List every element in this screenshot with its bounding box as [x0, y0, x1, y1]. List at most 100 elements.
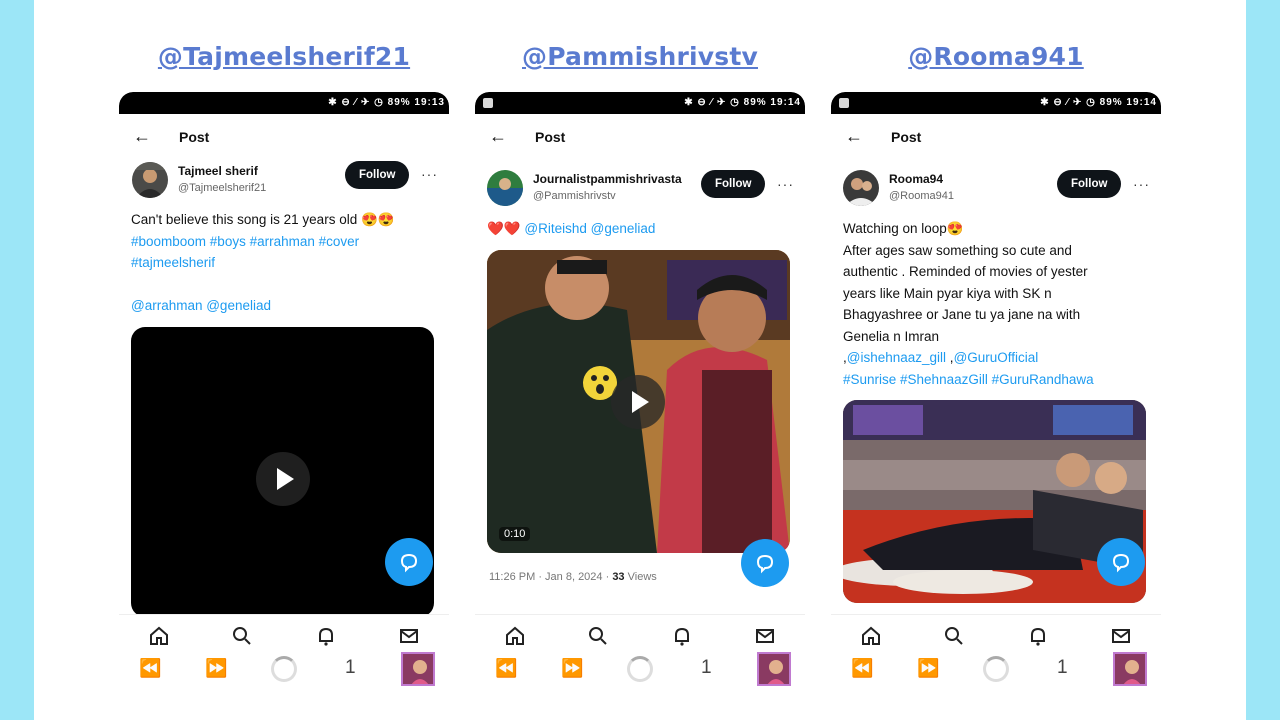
status-bar: ✱ ⊖ ⁄ ✈ ◷ 89% 19:13 — [119, 92, 449, 114]
post-column-3: @Rooma941 ✱ ⊖ ⁄ ✈ ◷ 89% 19:14 ← Post Roo… — [831, 0, 1161, 720]
status-icons: ✱ ⊖ ⁄ ✈ ◷ 89% 19:14 — [1040, 97, 1157, 108]
media-controls: ⏪ ⏩ 1 — [831, 650, 1161, 694]
account-handle-link[interactable]: @Rooma941 — [831, 42, 1161, 71]
mention-link[interactable]: @ishehnaaz_gill — [847, 350, 946, 365]
more-options-icon[interactable]: ··· — [777, 176, 794, 192]
play-icon[interactable] — [256, 452, 310, 506]
follow-button[interactable]: Follow — [1057, 170, 1122, 198]
bell-icon[interactable] — [315, 625, 337, 647]
rewind-icon[interactable]: ⏪ — [495, 658, 517, 679]
thumbnail-image[interactable] — [401, 652, 435, 686]
mentions-line[interactable]: @Riteishd @geneliad — [524, 221, 655, 236]
forward-icon[interactable]: ⏩ — [561, 658, 583, 679]
search-icon[interactable] — [231, 625, 253, 647]
media-controls: ⏪ ⏩ 1 — [119, 650, 449, 694]
thumbnail-image[interactable] — [1113, 652, 1147, 686]
gallery-status-icon — [483, 98, 493, 108]
post-text: Watching on loop😍 After ages saw somethi… — [843, 218, 1147, 390]
post-column-1: @Tajmeelsherif21 ✱ ⊖ ⁄ ✈ ◷ 89% 19:13 ← P… — [119, 0, 449, 720]
back-arrow-icon[interactable]: ← — [489, 126, 507, 146]
user-handle[interactable]: @Rooma941 — [889, 190, 954, 202]
top-nav: ← Post — [487, 126, 805, 148]
phone-screen: ✱ ⊖ ⁄ ✈ ◷ 89% 19:14 ← Post Journalistpam… — [475, 92, 805, 704]
follow-button[interactable]: Follow — [345, 161, 410, 189]
post-line: years like Main pyar kiya with SK n — [843, 285, 1052, 301]
hashtags-line[interactable]: #boomboom #boys #arrahman #cover — [131, 231, 435, 253]
post-line: Watching on loop😍 — [843, 221, 964, 236]
search-icon[interactable] — [943, 625, 965, 647]
follow-button[interactable]: Follow — [701, 170, 766, 198]
account-handle-link[interactable]: @Pammishrivstv — [475, 42, 805, 71]
page-title: Post — [891, 129, 922, 145]
avatar[interactable] — [487, 170, 523, 206]
page-title: Post — [179, 129, 210, 145]
status-bar: ✱ ⊖ ⁄ ✈ ◷ 89% 19:14 — [831, 92, 1161, 114]
post-column-2: @Pammishrivstv ✱ ⊖ ⁄ ✈ ◷ 89% 19:14 ← Pos… — [475, 0, 805, 720]
user-handle[interactable]: @Pammishrivstv — [533, 190, 616, 202]
top-nav: ← Post — [843, 126, 1161, 148]
video-player[interactable]: 0:10 — [487, 250, 790, 553]
mail-icon[interactable] — [398, 625, 420, 647]
rewind-icon[interactable]: ⏪ — [139, 658, 161, 679]
account-handle-link[interactable]: @Tajmeelsherif21 — [119, 42, 449, 71]
back-arrow-icon[interactable]: ← — [845, 126, 863, 146]
post-text: Can't believe this song is 21 years old … — [131, 209, 435, 316]
home-icon[interactable] — [504, 625, 526, 647]
search-icon[interactable] — [587, 625, 609, 647]
reply-fab-button[interactable] — [741, 539, 789, 587]
post-line: authentic . Reminded of movies of yester — [843, 264, 1088, 279]
more-options-icon[interactable]: ··· — [421, 166, 438, 182]
post-meta: 11:26 PM · Jan 8, 2024 · 33 Views — [489, 571, 657, 583]
back-arrow-icon[interactable]: ← — [133, 126, 151, 146]
user-name[interactable]: Journalistpammishrivasta — [533, 172, 695, 186]
mail-icon[interactable] — [1110, 625, 1132, 647]
play-icon[interactable] — [611, 375, 665, 429]
media-controls: ⏪ ⏩ 1 — [475, 650, 805, 694]
bell-icon[interactable] — [1027, 625, 1049, 647]
user-handle[interactable]: @Tajmeelsherif21 — [178, 182, 266, 194]
mention-separator: , — [946, 350, 954, 365]
video-duration: 0:10 — [499, 527, 531, 541]
right-border — [1246, 0, 1280, 720]
status-bar: ✱ ⊖ ⁄ ✈ ◷ 89% 19:14 — [475, 92, 805, 114]
hashtags-line[interactable]: #Sunrise #ShehnaazGill #GuruRandhawa — [843, 369, 1147, 391]
forward-icon[interactable]: ⏩ — [917, 658, 939, 679]
reply-fab-button[interactable] — [1097, 538, 1145, 586]
views-label: Views — [624, 571, 657, 583]
bottom-tab-bar — [475, 614, 805, 654]
mentions-line: ,@ishehnaaz_gill ,@GuruOfficial — [843, 347, 1147, 369]
page-number: 1 — [701, 657, 712, 678]
hearts-emoji: ❤️❤️ — [487, 221, 521, 236]
page-number: 1 — [1057, 657, 1068, 678]
post-line: Bhagyashree or Jane tu ya jane na with — [843, 307, 1081, 322]
bell-icon[interactable] — [671, 625, 693, 647]
mail-icon[interactable] — [754, 625, 776, 647]
loading-spinner-icon — [983, 656, 1009, 682]
gallery-status-icon — [839, 98, 849, 108]
status-icons: ✱ ⊖ ⁄ ✈ ◷ 89% 19:13 — [328, 97, 445, 108]
page-number: 1 — [345, 657, 356, 678]
user-name[interactable]: Rooma94 — [889, 172, 943, 186]
post-timestamp: 11:26 PM · Jan 8, 2024 · — [489, 571, 613, 583]
avatar[interactable] — [132, 162, 168, 198]
post-line: After ages saw something so cute and — [843, 242, 1072, 258]
views-count: 33 — [612, 571, 625, 583]
post-text: ❤️❤️ @Riteishd @geneliad — [487, 218, 791, 240]
thumbnail-image[interactable] — [757, 652, 791, 686]
forward-icon[interactable]: ⏩ — [205, 658, 227, 679]
user-name[interactable]: Tajmeel sherif — [178, 164, 258, 178]
top-nav: ← Post — [131, 126, 449, 148]
left-border — [0, 0, 34, 720]
more-options-icon[interactable]: ··· — [1133, 176, 1150, 192]
home-icon[interactable] — [148, 625, 170, 647]
mentions-line[interactable]: @arrahman @geneliad — [131, 295, 435, 317]
reply-fab-button[interactable] — [385, 538, 433, 586]
hashtags-line[interactable]: #tajmeelsherif — [131, 252, 435, 274]
phone-screen: ✱ ⊖ ⁄ ✈ ◷ 89% 19:14 ← Post Rooma94 @Room… — [831, 92, 1161, 704]
home-icon[interactable] — [860, 625, 882, 647]
rewind-icon[interactable]: ⏪ — [851, 658, 873, 679]
post-line: Genelia n Imran — [843, 328, 940, 344]
avatar[interactable] — [843, 170, 879, 206]
mention-link[interactable]: @GuruOfficial — [954, 350, 1039, 365]
page-title: Post — [535, 129, 566, 145]
